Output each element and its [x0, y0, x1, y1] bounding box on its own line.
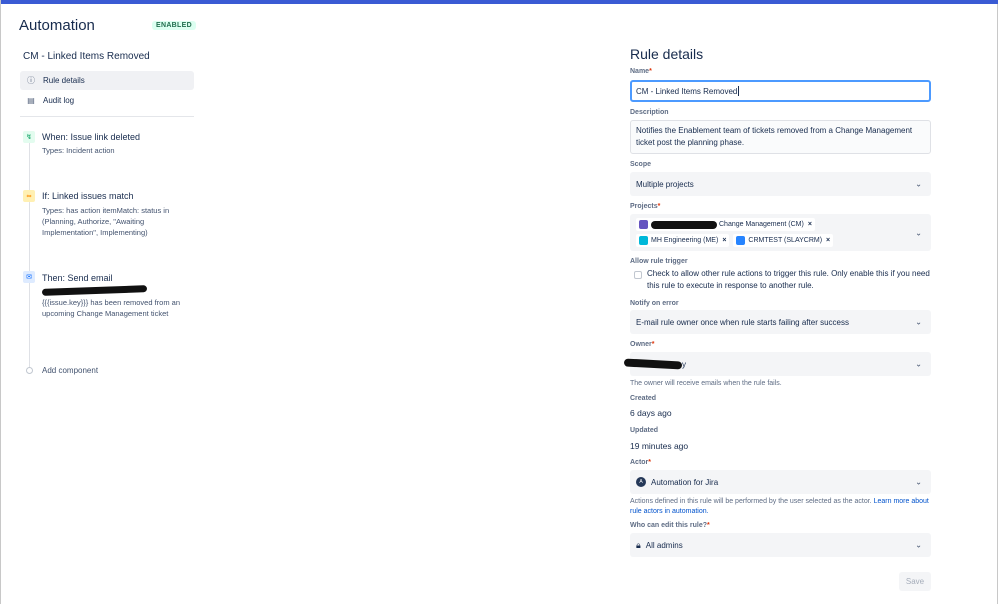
owner-helper-text: The owner will receive emails when the r… [630, 380, 782, 387]
actor-helper-text: Actions defined in this rule will be per… [630, 498, 929, 515]
chevron-down-icon: ⌄ [915, 317, 922, 327]
owner-value: y [682, 359, 686, 369]
project-tag-slaycrm: CRMTEST (SLAYCRM) × [733, 234, 834, 247]
owner-select[interactable]: y ⌄ [623, 352, 931, 376]
status-badge: ENABLED [152, 21, 196, 30]
chevron-down-icon: ⌄ [915, 540, 922, 550]
chevron-down-icon: ⌄ [915, 179, 922, 189]
updated-value: 19 minutes ago [630, 441, 689, 451]
created-label: Created [630, 395, 657, 402]
name-input[interactable]: CM - Linked Items Removed [630, 80, 931, 102]
link-icon: ∞ [23, 190, 35, 202]
nav-rule-details[interactable]: ⓘ Rule details [20, 71, 194, 90]
remove-tag-icon[interactable]: × [808, 221, 812, 228]
step-when-description: Types: Incident action [42, 146, 115, 155]
description-textarea[interactable]: Notifies the Enablement team of tickets … [630, 120, 931, 154]
add-component-dot [26, 367, 33, 374]
project-tag-label: MH Engineering (ME) [651, 237, 719, 244]
info-icon: ⓘ [27, 76, 35, 85]
project-icon [736, 236, 746, 245]
step-if-description: Types: has action itemMatch: status in (… [42, 206, 170, 237]
project-icon [639, 220, 648, 229]
scope-select[interactable]: Multiple projects ⌄ [630, 172, 931, 196]
notify-label: Notify on error [630, 300, 679, 307]
save-button[interactable]: Save [899, 572, 931, 591]
rule-details-title: Rule details [630, 46, 704, 62]
add-component-link[interactable]: Add component [42, 366, 98, 375]
step-if-title[interactable]: If: Linked issues match [42, 191, 134, 201]
chevron-down-icon: ⌄ [915, 477, 922, 487]
trigger-icon: ↯ [23, 131, 35, 143]
project-tag-me: MH Engineering (ME) × [636, 234, 730, 247]
timeline-line [29, 143, 30, 370]
text-caret [738, 86, 740, 96]
actor-label: Actor* [630, 459, 652, 466]
nav-audit-log-label: Audit log [43, 96, 75, 105]
description-label: Description [630, 109, 669, 116]
who-edit-select[interactable]: 🔒︎ All admins ⌄ [630, 533, 931, 557]
name-label: Name* [630, 68, 652, 75]
allow-trigger-label: Allow rule trigger [630, 258, 688, 265]
allow-trigger-checkbox[interactable] [634, 271, 642, 279]
projects-label: Projects* [630, 203, 661, 210]
top-accent-bar [1, 0, 998, 4]
updated-label: Updated [630, 427, 658, 434]
nav-audit-log[interactable]: ▤ Audit log [20, 91, 194, 110]
chevron-down-icon: ⌄ [915, 228, 922, 237]
sidebar-divider [20, 116, 194, 117]
actor-value: Automation for Jira [651, 477, 719, 487]
remove-tag-icon[interactable]: × [826, 237, 830, 244]
step-then-description: {{{issue.key}}} has been removed from an… [42, 298, 181, 318]
who-edit-value: All admins [645, 540, 683, 550]
name-input-value: CM - Linked Items Removed [636, 86, 738, 96]
notify-value: E-mail rule owner once when rule starts … [636, 317, 849, 327]
step-when-title[interactable]: When: Issue link deleted [42, 132, 140, 142]
who-edit-label: Who can edit this rule?* [630, 522, 710, 529]
project-icon [639, 236, 648, 245]
project-tag-cm: Change Management (CM) × [636, 218, 815, 231]
lock-icon: 🔒︎ [636, 539, 641, 550]
app-title: Automation [19, 17, 95, 34]
mail-icon: ✉ [23, 271, 35, 283]
redaction-scribble [623, 358, 683, 370]
rule-name-heading: CM - Linked Items Removed [23, 51, 150, 62]
projects-multiselect[interactable]: Change Management (CM) × MH Engineering … [630, 214, 931, 251]
project-tag-label: CRMTEST (SLAYCRM) [748, 237, 823, 244]
notify-select[interactable]: E-mail rule owner once when rule starts … [630, 310, 931, 334]
project-tag-label: Change Management (CM) [719, 221, 804, 228]
document-icon: ▤ [27, 96, 35, 105]
scope-value: Multiple projects [636, 179, 694, 189]
scope-label: Scope [630, 161, 652, 168]
allow-trigger-text: Check to allow other rule actions to tri… [647, 269, 930, 290]
step-then-title[interactable]: Then: Send email [42, 273, 113, 283]
actor-select[interactable]: A Automation for Jira ⌄ [630, 470, 931, 494]
redaction-scribble [41, 285, 148, 296]
remove-tag-icon[interactable]: × [722, 237, 726, 244]
created-value: 6 days ago [630, 408, 672, 418]
chevron-down-icon: ⌄ [915, 359, 922, 369]
owner-label: Owner* [630, 341, 655, 348]
nav-rule-details-label: Rule details [43, 76, 85, 85]
automation-avatar-icon: A [636, 477, 646, 487]
redaction-scribble [651, 220, 717, 229]
